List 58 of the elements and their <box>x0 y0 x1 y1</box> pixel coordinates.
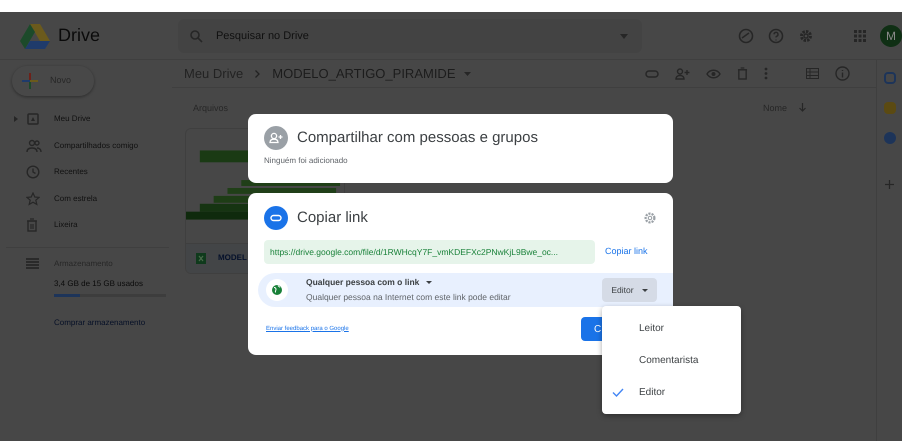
link-icon[interactable] <box>645 70 659 78</box>
app-title: Drive <box>58 24 100 47</box>
sidebar-label: Recentes <box>54 166 88 178</box>
copy-link-button[interactable]: Copiar link <box>605 245 648 259</box>
spreadsheet-icon <box>196 252 206 264</box>
keep-icon[interactable] <box>884 102 896 114</box>
avatar[interactable]: M <box>880 24 902 46</box>
apps-grid-icon[interactable] <box>854 30 866 42</box>
sidebar-label: Com estrela <box>54 192 98 205</box>
buy-storage-link[interactable]: Comprar armazenamento <box>54 316 172 328</box>
list-view-icon[interactable] <box>806 68 819 79</box>
people-icon <box>26 138 42 153</box>
trash-icon <box>26 218 38 232</box>
menu-item[interactable]: Leitor <box>602 312 741 344</box>
sidebar-item[interactable]: Compartilhados comigo <box>0 132 172 159</box>
search-icon <box>190 30 203 42</box>
star-icon <box>26 192 40 206</box>
plus-icon <box>22 73 38 89</box>
check-icon <box>612 388 624 396</box>
caret-icon <box>620 34 628 38</box>
trash-icon[interactable] <box>737 67 748 80</box>
link-icon <box>264 206 288 230</box>
dialog-title: Compartilhar com pessoas e grupos <box>297 128 538 148</box>
sidebar-item[interactable]: Com estrela <box>0 186 172 212</box>
check-circle-icon[interactable] <box>738 28 754 44</box>
plus-icon[interactable] <box>885 180 894 189</box>
eye-icon[interactable] <box>706 68 721 78</box>
expand-arrow-icon[interactable] <box>14 116 18 122</box>
caret-icon[interactable] <box>426 281 432 284</box>
caret-icon <box>642 288 648 292</box>
drive-icon <box>26 112 40 126</box>
info-icon[interactable] <box>835 66 850 81</box>
calendar-icon[interactable] <box>884 72 896 84</box>
chevron-icon <box>255 70 260 78</box>
add-person-icon <box>264 126 288 150</box>
access-scope-dropdown[interactable]: Qualquer pessoa com o link <box>306 276 420 289</box>
file-name: MODEL <box>218 252 247 264</box>
sidebar-label: Compartilhados comigo <box>54 140 138 152</box>
storage-usage: 3,4 GB de 15 GB usados <box>54 278 144 290</box>
role-dropdown[interactable]: Editor <box>602 278 657 302</box>
down-arrow-icon[interactable] <box>799 103 806 112</box>
settings-icon[interactable] <box>643 211 657 225</box>
globe-icon <box>266 279 288 301</box>
settings-icon[interactable] <box>798 28 814 44</box>
menu-item[interactable]: Editor <box>602 376 741 408</box>
more-icon[interactable] <box>764 67 768 80</box>
tasks-icon[interactable] <box>884 132 896 144</box>
link-field[interactable]: https://drive.google.com/file/d/1RWHcqY7F_vmKDEFXc2PNwKjL9Bwe_oc... <box>264 240 595 264</box>
help-icon[interactable] <box>768 28 784 44</box>
add-person-icon[interactable] <box>675 68 690 80</box>
clock-icon <box>26 165 40 180</box>
dialog-subtitle: Ninguém foi adicionado <box>264 155 349 167</box>
storage-icon <box>26 258 39 269</box>
dialog-title: Copiar link <box>297 208 368 228</box>
sidebar-item[interactable]: Recentes <box>0 159 172 186</box>
access-description: Qualquer pessoa na Internet com este link pode editar <box>306 291 511 304</box>
drive-logo-icon <box>20 22 50 48</box>
menu-item[interactable]: Comentarista <box>602 344 741 376</box>
